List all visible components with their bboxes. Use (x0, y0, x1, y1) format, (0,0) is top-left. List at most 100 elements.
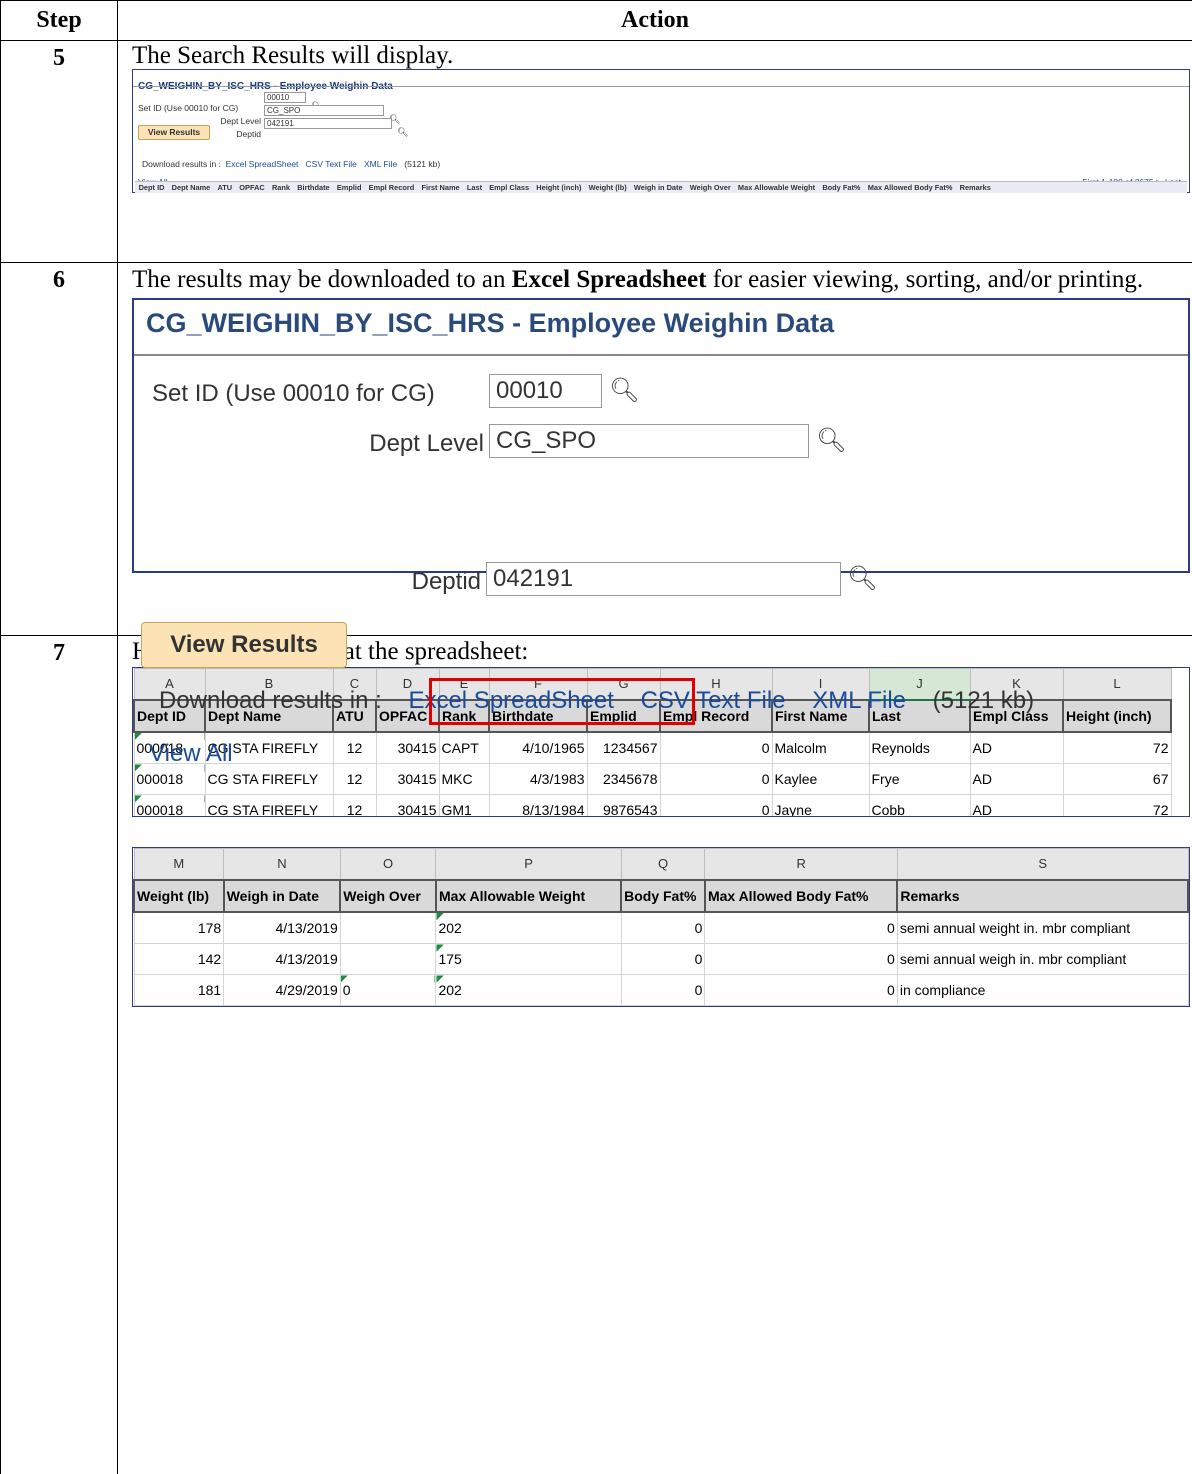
table-cell[interactable] (339, 911, 437, 944)
table-cell[interactable]: CG STA FIREFLY (204, 763, 334, 795)
results-column-header[interactable]: ATU (214, 182, 236, 193)
table-cell[interactable]: 12 (332, 763, 377, 795)
table-cell[interactable]: 1234567 (586, 731, 661, 764)
table-cell[interactable]: AD (969, 794, 1064, 816)
results-column-header[interactable]: Body Fat% (819, 182, 864, 193)
table-cell[interactable]: 186 (435, 1005, 622, 1006)
table-cell[interactable]: 8/13/1984 (488, 794, 588, 816)
table-cell[interactable]: 0 (620, 943, 706, 975)
table-cell[interactable]: 4/13/2019 (223, 943, 341, 975)
table-cell[interactable]: 4/29/2019 (223, 1005, 341, 1006)
table-cell[interactable]: MKC (438, 763, 490, 795)
table-cell[interactable]: 2345678 (586, 763, 661, 795)
dept-level-lookup-icon[interactable]: 🔍︎ (816, 426, 846, 456)
results-column-header[interactable]: Max Allowable Weight (734, 182, 818, 193)
results-column-header[interactable]: First Name (418, 182, 463, 193)
table-cell[interactable]: 0 (620, 974, 706, 1006)
table-cell[interactable]: 142 (133, 943, 225, 975)
csv-link[interactable]: CSV Text File (306, 159, 357, 169)
table-cell[interactable]: CG STA FIREFLY (204, 794, 334, 816)
results-column-header[interactable]: Rank (268, 182, 293, 193)
table-cell[interactable]: 000018 (133, 794, 206, 816)
table-cell[interactable]: 0 (704, 1005, 898, 1006)
excel-link[interactable]: Excel SpreadSheet (226, 159, 299, 169)
view-all-link[interactable]: View All (149, 740, 233, 768)
table-cell[interactable]: Reynolds (868, 731, 971, 764)
table-cell[interactable]: 12 (332, 731, 377, 764)
table-cell[interactable]: 0 (659, 763, 773, 795)
table-cell[interactable]: 202 (435, 974, 622, 1006)
deptid-input[interactable]: 042191 (264, 118, 392, 129)
table-cell[interactable]: AD (969, 763, 1064, 795)
field-header-cell[interactable]: Weight (lb) (133, 879, 225, 913)
table-cell[interactable]: 178 (133, 911, 225, 944)
results-column-header[interactable]: Dept Name (168, 182, 214, 193)
table-cell[interactable]: CAPT (438, 731, 490, 764)
table-cell[interactable]: Frye (868, 763, 971, 795)
column-letter[interactable]: N (223, 848, 341, 881)
results-column-header[interactable]: Birthdate (294, 182, 334, 193)
results-column-header[interactable]: Emplid (333, 182, 365, 193)
table-cell[interactable]: 0 (704, 911, 898, 944)
setid-input[interactable]: 00010 (489, 374, 602, 408)
table-cell[interactable]: 0 (620, 911, 706, 944)
results-column-header[interactable]: Empl Record (365, 182, 418, 193)
table-cell[interactable]: 7 (339, 1005, 437, 1006)
column-letter[interactable]: S (896, 848, 1189, 881)
table-cell[interactable]: Kaylee (771, 763, 870, 795)
table-cell[interactable]: 0 (339, 974, 437, 1006)
table-cell[interactable]: 0 (659, 731, 773, 764)
table-cell[interactable]: 4/13/2019 (223, 911, 341, 944)
table-cell[interactable]: 4/10/1965 (488, 731, 588, 764)
column-letter[interactable]: O (339, 848, 437, 881)
view-results-button[interactable]: View Results (141, 622, 347, 668)
excel-link[interactable]: Excel SpreadSheet (408, 687, 613, 714)
dept-level-input[interactable]: CG_SPO (489, 424, 809, 458)
field-header-cell[interactable]: Height (inch) (1062, 699, 1172, 733)
results-column-header[interactable]: Dept ID (135, 182, 168, 193)
table-cell[interactable]: 0 (620, 1005, 706, 1006)
column-letter[interactable]: M (133, 848, 225, 881)
deptid-lookup-icon[interactable]: 🔍︎ (397, 117, 408, 147)
table-cell[interactable]: Cobb (868, 794, 971, 816)
table-cell[interactable]: 12 (332, 794, 377, 816)
results-column-header[interactable]: Weight (lb) (585, 182, 630, 193)
table-cell[interactable]: semi annual weight in. mbr compliant (896, 911, 1189, 944)
table-cell[interactable]: 000018 (133, 763, 206, 795)
xml-link[interactable]: XML File (812, 687, 906, 714)
table-cell[interactable]: 30415 (375, 794, 440, 816)
csv-link[interactable]: CSV Text File (641, 687, 786, 714)
table-cell[interactable]: AD (969, 731, 1064, 764)
deptid-lookup-icon[interactable]: 🔍︎ (847, 564, 877, 593)
table-cell[interactable]: Jayne (771, 794, 870, 816)
table-cell[interactable]: 175 (435, 943, 622, 975)
results-column-header[interactable]: Last (463, 182, 485, 193)
table-cell[interactable]: 72 (1062, 794, 1172, 816)
table-cell[interactable]: 30415 (375, 731, 440, 764)
xml-link[interactable]: XML File (364, 159, 397, 169)
table-cell[interactable]: 67 (1062, 763, 1172, 795)
table-cell[interactable]: 0 (659, 794, 773, 816)
table-cell[interactable]: GM1 (438, 794, 490, 816)
results-column-header[interactable]: Height (inch) (533, 182, 585, 193)
table-cell[interactable]: semi annual weigh in. mbr compliant (896, 943, 1189, 975)
table-cell[interactable]: in compliance (896, 974, 1189, 1006)
table-cell[interactable]: 4/3/1983 (488, 763, 588, 795)
deptid-input[interactable]: 042191 (486, 562, 841, 596)
field-header-cell[interactable]: Body Fat% (620, 879, 706, 913)
field-header-cell[interactable]: Max Allowable Weight (434, 879, 623, 913)
setid-input[interactable]: 00010 (264, 92, 306, 103)
dept-level-input[interactable]: CG_SPO (264, 105, 384, 116)
table-cell[interactable]: 9876543 (586, 794, 661, 816)
column-letter[interactable]: L (1062, 668, 1172, 701)
results-column-header[interactable]: Weigh Over (686, 182, 734, 193)
table-cell[interactable] (339, 943, 437, 975)
results-column-header[interactable]: Empl Class (486, 182, 533, 193)
column-letter[interactable]: R (704, 848, 898, 881)
results-column-header[interactable]: Max Allowed Body Fat% (864, 182, 956, 193)
table-cell[interactable]: Malcolm (771, 731, 870, 764)
results-column-header[interactable]: OPFAC (236, 182, 269, 193)
table-cell[interactable]: 181 (133, 974, 225, 1006)
column-letter[interactable]: P (435, 848, 622, 881)
table-cell[interactable]: 0 (704, 943, 898, 975)
